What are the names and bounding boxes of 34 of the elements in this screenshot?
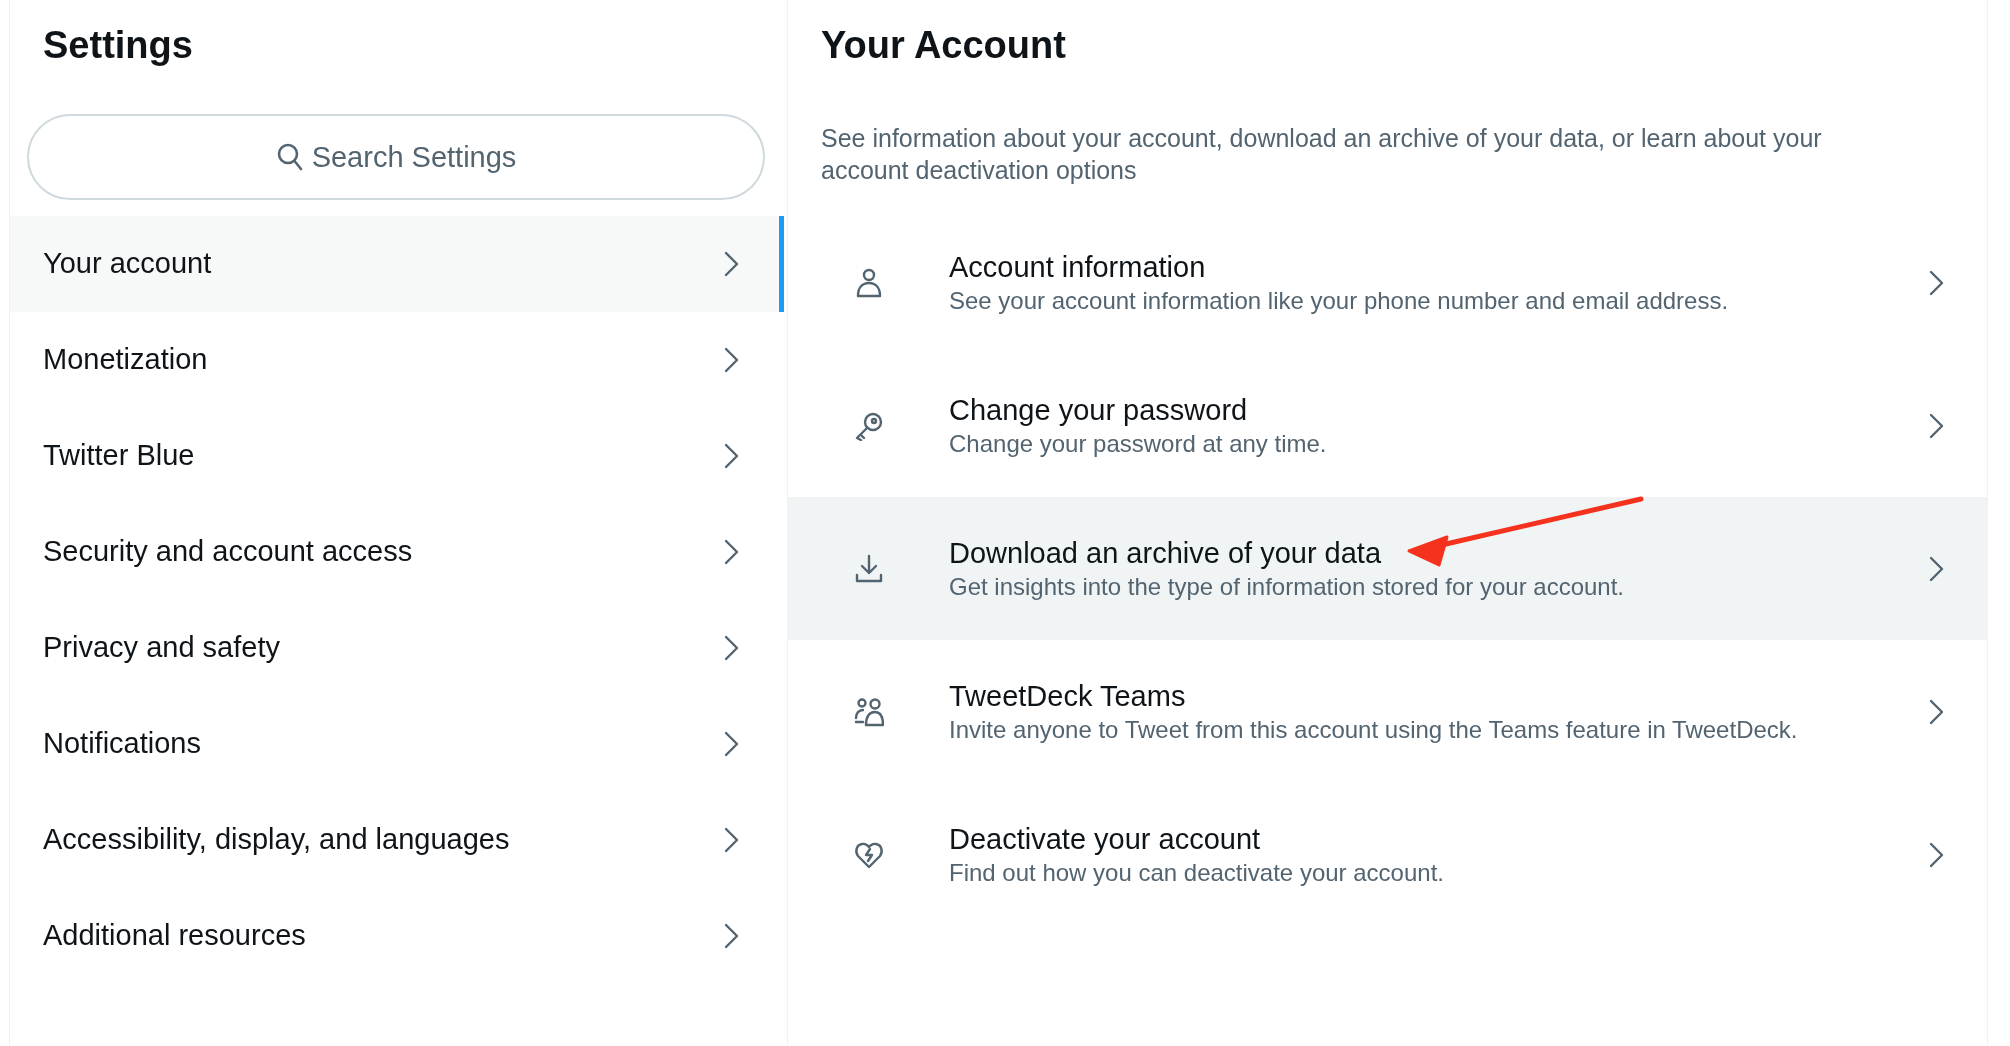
page-description: See information about your account, download an archive of your data, or learn about your account deactivation options: [821, 123, 1823, 186]
chevron-icon: [724, 635, 739, 661]
chevron-icon: [1929, 841, 1944, 868]
option-title: Download an archive of your data: [949, 535, 1382, 571]
option-title: Change your password: [949, 392, 1248, 428]
option-description: Get insights into the type of information stored for your account.: [949, 571, 1625, 602]
chevron-icon: [724, 251, 739, 277]
settings-title: Settings: [43, 26, 193, 64]
chevron-icon: [724, 347, 739, 373]
chevron-icon: [1929, 555, 1944, 582]
nav-item[interactable]: Your account: [10, 216, 784, 312]
option-description: Find out how you can deactivate your account.: [949, 857, 1444, 888]
page-title: Your Account: [821, 26, 1066, 64]
option-title: Deactivate your account: [949, 821, 1261, 857]
chevron-icon: [724, 923, 739, 949]
chevron-icon: [724, 731, 739, 757]
chevron-icon: [724, 539, 739, 565]
chevron-icon: [724, 827, 739, 853]
search-field[interactable]: Search Settings: [27, 114, 765, 200]
option-description: Invite anyone to Tweet from this account using the Teams feature in TweetDeck.: [949, 714, 1798, 745]
chevron-icon: [724, 443, 739, 469]
option-title: Account information: [949, 249, 1206, 285]
settings-option[interactable]: Download an archive of your data Get insights into the type of information stored for your account.: [788, 497, 1987, 640]
option-description: See your account information like your phone number and email address.: [949, 285, 1729, 316]
person-icon: [854, 267, 884, 298]
download-icon: [854, 553, 884, 584]
key-icon: [854, 410, 884, 441]
chevron-icon: [1929, 698, 1944, 725]
search-icon: [277, 143, 303, 171]
option-title: TweetDeck Teams: [949, 678, 1186, 714]
chevron-icon: [1929, 412, 1944, 439]
chevron-icon: [1929, 269, 1944, 296]
people-icon: [854, 696, 884, 727]
option-description: Change your password at any time.: [949, 428, 1327, 459]
